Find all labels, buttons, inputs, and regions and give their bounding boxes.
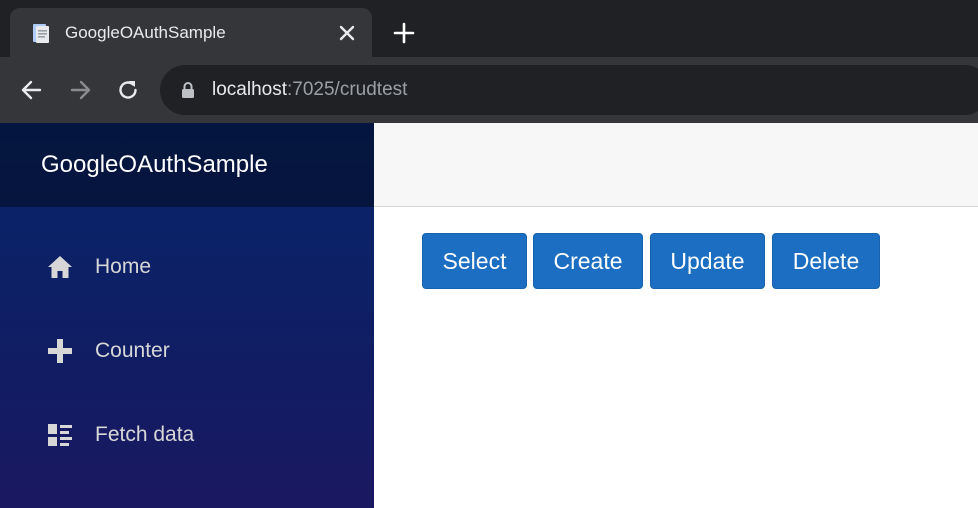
- top-row: [374, 123, 978, 207]
- sidebar-item-label: Fetch data: [95, 423, 195, 446]
- update-button[interactable]: Update: [650, 233, 765, 289]
- url-path: :7025/crudtest: [287, 79, 408, 100]
- reload-icon[interactable]: [115, 77, 141, 103]
- browser-tabstrip: GoogleOAuthSample: [0, 0, 978, 57]
- create-button[interactable]: Create: [533, 233, 643, 289]
- address-bar[interactable]: localhost:7025/crudtest: [160, 65, 978, 115]
- app-root: GoogleOAuthSample Home Counter Fetch dat…: [0, 123, 978, 508]
- main-content: Select Create Update Delete: [374, 123, 978, 508]
- tab-title: GoogleOAuthSample: [65, 23, 226, 42]
- arrow-left-icon[interactable]: [19, 77, 45, 103]
- sidebar-item-home[interactable]: Home: [0, 236, 374, 296]
- delete-button[interactable]: Delete: [772, 233, 880, 289]
- sidebar-item-label: Counter: [95, 339, 170, 362]
- url-host: localhost: [212, 79, 287, 100]
- sidebar-brand-row: GoogleOAuthSample: [0, 123, 374, 207]
- arrow-right-icon[interactable]: [67, 77, 93, 103]
- sidebar-item-fetch-data[interactable]: Fetch data: [0, 404, 374, 464]
- browser-toolbar: localhost:7025/crudtest: [0, 57, 978, 123]
- lock-icon[interactable]: [180, 80, 196, 100]
- browser-tab[interactable]: GoogleOAuthSample: [10, 8, 372, 57]
- list-icon: [48, 424, 72, 446]
- select-button[interactable]: Select: [422, 233, 527, 289]
- url-text: localhost:7025/crudtest: [212, 78, 407, 102]
- page-icon: [33, 24, 49, 43]
- plus-icon: [48, 339, 72, 363]
- sidebar-item-counter[interactable]: Counter: [0, 320, 374, 380]
- sidebar-item-label: Home: [95, 255, 152, 278]
- home-icon: [48, 256, 72, 278]
- sidebar: GoogleOAuthSample Home Counter Fetch dat…: [0, 123, 374, 508]
- close-icon[interactable]: [336, 22, 358, 44]
- brand-link[interactable]: GoogleOAuthSample: [41, 151, 268, 179]
- new-tab-plus-icon[interactable]: [392, 21, 416, 45]
